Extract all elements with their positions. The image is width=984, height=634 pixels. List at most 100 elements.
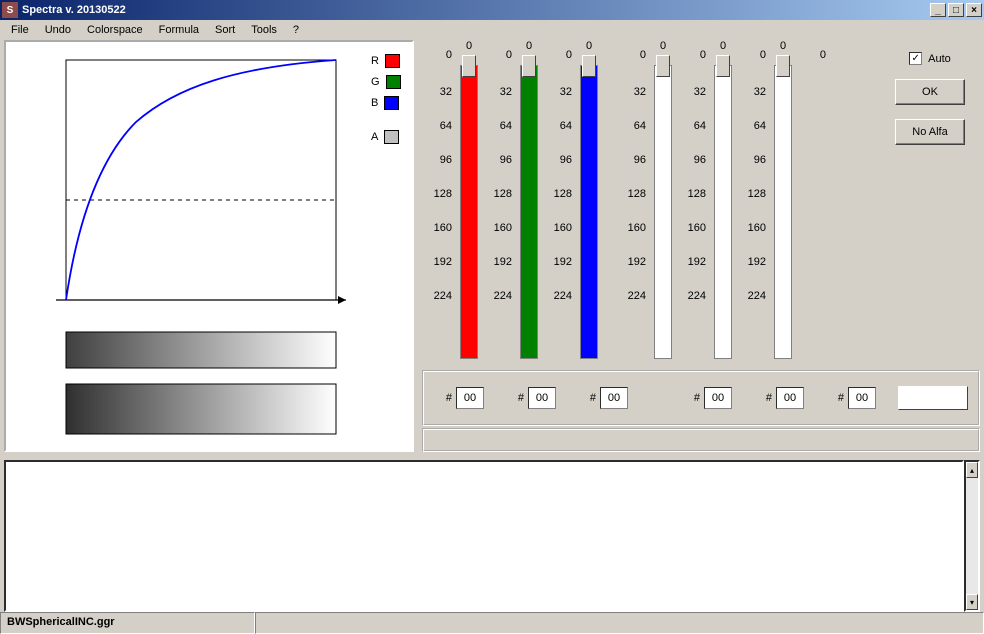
status-msg	[255, 612, 984, 634]
slider-1[interactable]: 0	[516, 40, 542, 359]
slider-widget[interactable]	[516, 55, 542, 359]
tick-label: 128	[494, 188, 516, 222]
tick-label: 160	[494, 222, 516, 256]
log-textbox[interactable]	[4, 460, 964, 612]
menu-sort[interactable]: Sort	[208, 22, 242, 38]
menu-undo[interactable]: Undo	[38, 22, 78, 38]
legend-r: R	[371, 54, 401, 68]
menu-tools[interactable]: Tools	[244, 22, 284, 38]
tick-label: 32	[694, 86, 710, 120]
slider-thumb[interactable]	[716, 55, 730, 77]
slider-widget[interactable]	[576, 55, 602, 359]
legend-b: B	[371, 96, 401, 110]
slider-widget[interactable]	[650, 55, 676, 359]
legend-g-label: G	[371, 76, 380, 88]
hash-label: #	[682, 392, 700, 404]
auto-checkbox-row[interactable]: ✓ Auto	[909, 52, 951, 65]
hex-input-3[interactable]	[704, 387, 732, 409]
side-controls: ✓ Auto OK No Alfa	[880, 40, 980, 364]
slider-5[interactable]: 0	[770, 40, 796, 359]
tick-label: 64	[694, 120, 710, 154]
auto-checkbox[interactable]: ✓	[909, 52, 922, 65]
slider-top-value: 0	[466, 40, 472, 49]
tick-label: 0	[566, 46, 576, 86]
tick-label: 192	[628, 256, 650, 290]
tick-label: 224	[494, 290, 516, 324]
tick-label: 32	[754, 86, 770, 120]
curve-line	[66, 60, 336, 300]
slider-top-value: 0	[660, 40, 666, 49]
slider-thumb[interactable]	[462, 55, 476, 77]
close-button[interactable]: ×	[966, 3, 982, 17]
ok-button[interactable]: OK	[895, 79, 965, 105]
hash-label: #	[754, 392, 772, 404]
minimize-button[interactable]: _	[930, 3, 946, 17]
tick-label: 224	[434, 290, 456, 324]
gradient-preview-2	[66, 384, 336, 434]
slider-4[interactable]: 0	[710, 40, 736, 359]
color-swatch	[898, 386, 968, 410]
menu-colorspace[interactable]: Colorspace	[80, 22, 150, 38]
tick-label: 128	[748, 188, 770, 222]
log-area: ▴ ▾	[4, 460, 980, 612]
slider-widget[interactable]	[770, 55, 796, 359]
tick-label: 64	[560, 120, 576, 154]
tick-label: 96	[500, 154, 516, 188]
tick-label: 160	[748, 222, 770, 256]
legend-b-label: B	[371, 97, 378, 109]
status-bar: BWSphericalINC.ggr	[0, 612, 984, 634]
tick-label: 0	[700, 46, 710, 86]
tick-label: 96	[440, 154, 456, 188]
slider-thumb[interactable]	[776, 55, 790, 77]
hex-input-1[interactable]	[528, 387, 556, 409]
noalfa-button[interactable]: No Alfa	[895, 119, 965, 145]
menu-formula[interactable]: Formula	[152, 22, 206, 38]
slider-top-value: 0	[586, 40, 592, 49]
slider-thumb[interactable]	[522, 55, 536, 77]
legend-b-swatch	[384, 96, 399, 110]
graph-canvas: R G B A	[6, 42, 412, 450]
scroll-up-icon[interactable]: ▴	[966, 462, 978, 478]
tick-label: 96	[694, 154, 710, 188]
slider-widget[interactable]	[456, 55, 482, 359]
tick-label: 64	[440, 120, 456, 154]
slider-top-value: 0	[526, 40, 532, 49]
slider-3[interactable]: 0	[650, 40, 676, 359]
tick-label: 96	[754, 154, 770, 188]
slider-0[interactable]: 0	[456, 40, 482, 359]
tick-label: 192	[434, 256, 456, 290]
hash-panel: ######	[422, 370, 980, 426]
legend-g: G	[371, 75, 401, 89]
gradient-preview-1	[66, 332, 336, 368]
slider-widget[interactable]	[710, 55, 736, 359]
tick-label: 128	[628, 188, 650, 222]
tick-label: 224	[688, 290, 710, 324]
tick-col-1: 0326496128160192224	[482, 40, 516, 324]
slider-thumb[interactable]	[582, 55, 596, 77]
tick-col-3: 0326496128160192224	[616, 40, 650, 324]
tick-label: 192	[748, 256, 770, 290]
legend-a-label: A	[371, 131, 378, 143]
hex-input-4[interactable]	[776, 387, 804, 409]
tick-label: 0	[446, 46, 456, 86]
hex-input-5[interactable]	[848, 387, 876, 409]
tick-label: 224	[554, 290, 576, 324]
slider-2[interactable]: 0	[576, 40, 602, 359]
tick-label: 160	[434, 222, 456, 256]
scroll-down-icon[interactable]: ▾	[966, 594, 978, 610]
maximize-button[interactable]: □	[948, 3, 964, 17]
slider-thumb[interactable]	[656, 55, 670, 77]
tick-col-2: 0326496128160192224	[542, 40, 576, 324]
tick-col-4: 0326496128160192224	[676, 40, 710, 324]
hash-label: #	[578, 392, 596, 404]
tick-label: 0	[506, 46, 516, 86]
log-scrollbar[interactable]: ▴ ▾	[964, 460, 980, 612]
tick-label: 128	[434, 188, 456, 222]
menu-file[interactable]: File	[4, 22, 36, 38]
menu-help[interactable]: ?	[286, 22, 306, 38]
hex-input-2[interactable]	[600, 387, 628, 409]
tick-label: 160	[628, 222, 650, 256]
tick-label: 0	[640, 46, 650, 86]
hex-input-0[interactable]	[456, 387, 484, 409]
hash-label: #	[506, 392, 524, 404]
